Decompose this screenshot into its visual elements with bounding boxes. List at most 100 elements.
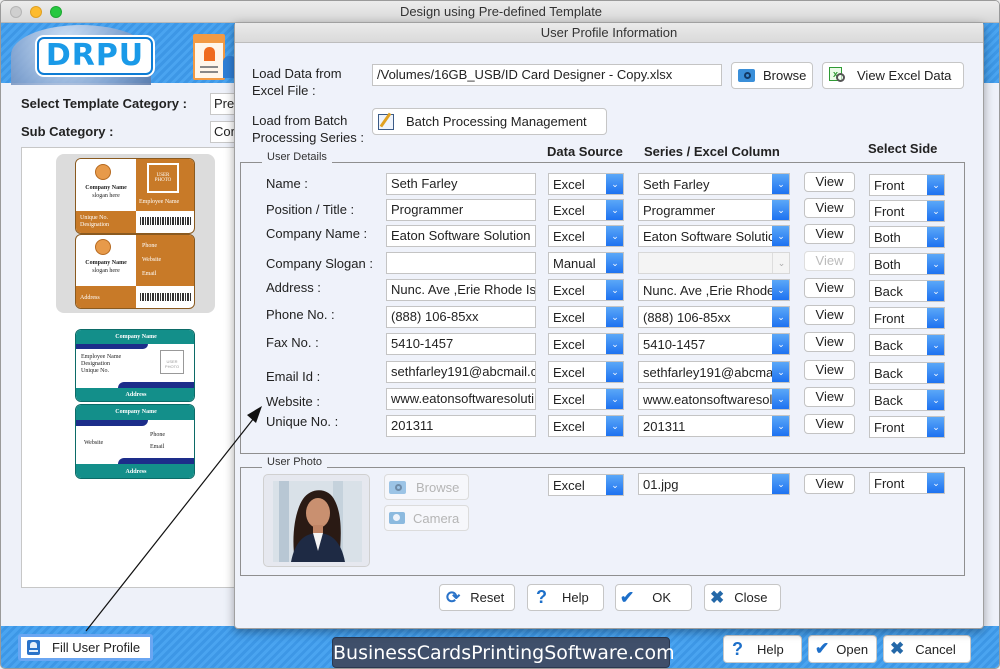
checkmark-icon: ✔ [815,639,830,658]
series-column-select[interactable]: ⌄ [638,252,790,274]
select-side-select[interactable]: Front ⌄ [869,307,945,329]
view-button[interactable]: View [804,251,855,271]
field-value-input[interactable]: Eaton Software Solution [386,225,536,247]
chevron-down-icon: ⌄ [606,174,623,194]
excel-path-field[interactable]: /Volumes/16GB_USB/ID Card Designer - Cop… [372,64,722,86]
id-card-icon [193,34,225,80]
field-value-input[interactable]: Programmer [386,199,536,221]
field-label: Company Slogan : [266,256,373,271]
logo-circle-icon [95,164,111,180]
data-source-select[interactable]: Excel ⌄ [548,415,624,437]
view-button[interactable]: View [804,224,855,244]
data-source-select[interactable]: Excel ⌄ [548,173,624,195]
select-side-select[interactable]: Both ⌄ [869,253,945,275]
field-label: Website : [266,394,320,409]
select-side-select[interactable]: Front ⌄ [869,200,945,222]
data-source-select[interactable]: Excel ⌄ [548,306,624,328]
template-thumbnail-orange[interactable]: Company Name slogan here USER PHOTO Empl… [56,154,215,313]
photo-series-select[interactable]: 01.jpg ⌄ [638,473,790,495]
data-source-select[interactable]: Excel ⌄ [548,333,624,355]
dialog-help-button[interactable]: ? Help [527,584,604,611]
field-value-input[interactable]: 201311 [386,415,536,437]
camera-button[interactable]: Camera [384,505,469,531]
reset-button[interactable]: ⟳ Reset [439,584,515,611]
field-value-input[interactable]: Nunc. Ave ,Erie Rhode Isla [386,279,536,301]
view-button[interactable]: View [804,360,855,380]
select-side-select[interactable]: Both ⌄ [869,226,945,248]
excel-browse-button[interactable]: Browse [731,62,813,89]
field-value-input[interactable]: Seth Farley [386,173,536,195]
photo-source-select[interactable]: Excel ⌄ [548,474,624,496]
side-value: Back [874,338,903,353]
window-maximize-button[interactable] [50,6,62,18]
series-column-select[interactable]: Nunc. Ave ,Erie Rhode ⌄ [638,279,790,301]
photo-side-value: Front [874,476,905,491]
main-open-button[interactable]: ✔ Open [808,635,877,663]
select-side-select[interactable]: Back ⌄ [869,280,945,302]
data-source-select[interactable]: Excel ⌄ [548,225,624,247]
data-source-select[interactable]: Manual ⌄ [548,252,624,274]
series-column-select[interactable]: Eaton Software Solutio ⌄ [638,225,790,247]
template-unique: Unique No. [80,215,108,221]
main-cancel-button[interactable]: ✖ Cancel [883,635,971,663]
data-source-select[interactable]: Excel ⌄ [548,199,624,221]
series-column-select[interactable]: 201311 ⌄ [638,415,790,437]
series-column-select[interactable]: Programmer ⌄ [638,199,790,221]
template-phone: Phone [150,432,165,438]
data-source-value: Manual [553,256,596,271]
field-value-input[interactable] [386,252,536,274]
chevron-down-icon: ⌄ [606,475,623,495]
main-open-label: Open [836,641,869,657]
chevron-down-icon: ⌄ [606,253,623,273]
main-help-button[interactable]: ? Help [723,635,802,663]
photo-series-value: 01.jpg [643,477,679,492]
series-column-select[interactable]: 5410-1457 ⌄ [638,333,790,355]
view-button[interactable]: View [804,332,855,352]
template-thumbnail-teal[interactable]: Company Name Employee Name Designation U… [75,329,195,479]
template-photo-placeholder: USER PHOTO [154,173,172,183]
field-value-input[interactable]: sethfarley191@abcmail.cc [386,361,536,383]
dialog-close-button[interactable]: ✖ Close [704,584,781,611]
view-button[interactable]: View [804,387,855,407]
series-column-select[interactable]: www.eatonsoftwaresolu ⌄ [638,388,790,410]
field-value-input[interactable]: www.eatonsoftwaresoluti [386,388,536,410]
view-excel-data-button[interactable]: x View Excel Data [822,62,964,89]
series-column-select[interactable]: (888) 106-85xx ⌄ [638,306,790,328]
view-button[interactable]: View [804,278,855,298]
view-button[interactable]: View [804,198,855,218]
barcode [140,293,192,301]
ok-label: OK [652,590,672,605]
series-column-select[interactable]: sethfarley191@abcmail ⌄ [638,361,790,383]
fill-user-profile-button[interactable]: Fill User Profile [18,634,153,661]
template-website: Website [84,440,104,446]
photo-side-select[interactable]: Front ⌄ [869,472,945,494]
select-side-select[interactable]: Back ⌄ [869,334,945,356]
template-phone: Phone [142,243,157,249]
data-source-select[interactable]: Excel ⌄ [548,279,624,301]
refresh-icon: ⟳ [446,587,461,607]
excel-view-icon: x [829,66,847,85]
user-profile-icon [27,640,40,655]
select-side-select[interactable]: Back ⌄ [869,362,945,384]
field-label: Name : [266,176,308,191]
fill-user-profile-label: Fill User Profile [52,640,141,655]
data-source-select[interactable]: Excel ⌄ [548,388,624,410]
select-side-select[interactable]: Front ⌄ [869,174,945,196]
data-source-select[interactable]: Excel ⌄ [548,361,624,383]
window-close-button[interactable] [10,6,22,18]
batch-processing-button[interactable]: Batch Processing Management [372,108,607,135]
field-value-input[interactable]: (888) 106-85xx [386,306,536,328]
select-side-select[interactable]: Front ⌄ [869,416,945,438]
photo-view-button[interactable]: View [804,474,855,494]
series-column-select[interactable]: Seth Farley ⌄ [638,173,790,195]
field-value-input[interactable]: 5410-1457 [386,333,536,355]
ok-button[interactable]: ✔ OK [615,584,692,611]
window-minimize-button[interactable] [30,6,42,18]
select-side-select[interactable]: Back ⌄ [869,389,945,411]
template-designation: Designation [81,361,110,367]
view-button[interactable]: View [804,305,855,325]
series-value: Programmer [643,203,716,218]
photo-browse-button[interactable]: Browse [384,474,469,500]
view-button[interactable]: View [804,172,855,192]
view-button[interactable]: View [804,414,855,434]
